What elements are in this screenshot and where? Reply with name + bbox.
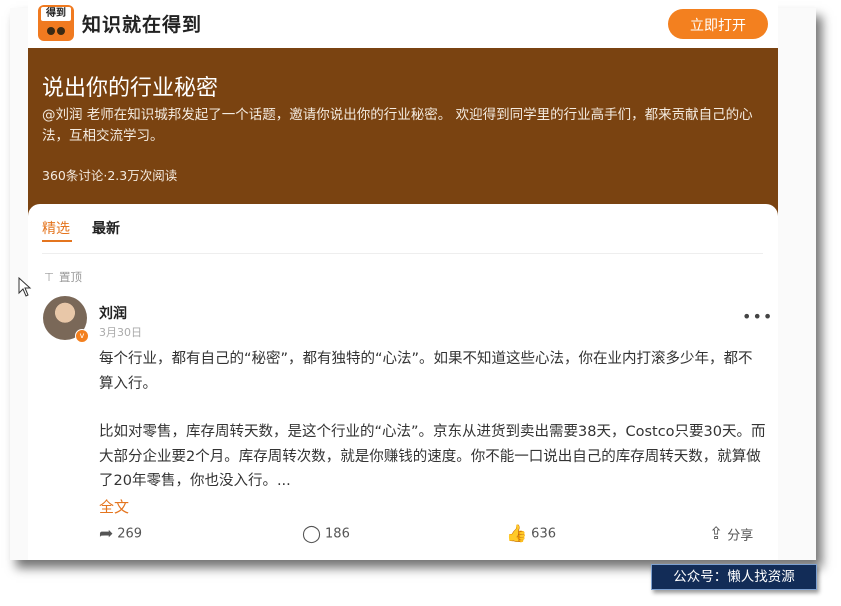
share-count-button[interactable]: ➦ 269 (99, 524, 142, 544)
topic-header: 说出你的行业秘密 @刘润 老师在知识城邦发起了一个话题，邀请你说出你的行业秘密。… (28, 48, 778, 216)
pinned-indicator: ⊤ 置顶 (43, 269, 82, 285)
tab-featured[interactable]: 精选 (42, 218, 70, 238)
verified-badge-icon: v (75, 329, 89, 343)
forward-icon: ➦ (99, 524, 114, 544)
post-paragraph: 比如对零售，库存周转天数，是这个行业的“心法”。京东从进货到卖出需要38天，Co… (99, 424, 766, 489)
post-actions: ➦ 269 ◯ 186 👍 636 ⇪ 分享 (99, 524, 769, 548)
divider (42, 253, 763, 254)
logo-text: 得到 (41, 7, 71, 21)
logo-eye-right (57, 27, 65, 35)
app-name: 知识就在得到 (82, 14, 203, 36)
comment-button[interactable]: ◯ 186 (302, 524, 350, 544)
share-button[interactable]: ⇪ 分享 (709, 524, 753, 544)
thumbs-up-icon: 👍 (506, 524, 528, 544)
more-options-icon[interactable]: ••• (742, 307, 773, 326)
app-logo: 得到 (38, 5, 74, 41)
topic-title: 说出你的行业秘密 (42, 76, 219, 101)
share-icon: ⇪ (709, 524, 724, 544)
pin-icon: ⊤ (43, 270, 55, 284)
pinned-label: 置顶 (59, 270, 82, 284)
topic-description: @刘润 老师在知识城邦发起了一个话题，邀请你说出你的行业秘密。 欢迎得到同学里的… (42, 107, 753, 144)
read-full-link[interactable]: 全文 (99, 496, 129, 517)
mobile-page: 得到 知识就在得到 立即打开 说出你的行业秘密 @刘润 老师在知识城邦发起了一个… (28, 0, 778, 560)
post-body: 每个行业，都有自己的“秘密”，都有独特的“心法”。如果不知道这些心法，你在业内打… (99, 347, 767, 494)
comment-icon: ◯ (302, 524, 322, 544)
tab-latest[interactable]: 最新 (92, 218, 120, 238)
author-name[interactable]: 刘润 (99, 303, 127, 323)
topic-stats: 360条讨论·2.3万次阅读 (42, 168, 178, 183)
discussion-panel: 精选 最新 ⊤ 置顶 v 刘润 3月30日 ••• 每个行业，都有自己的“秘密”，… (28, 204, 778, 560)
tab-active-indicator (42, 240, 72, 242)
post-paragraph: 每个行业，都有自己的“秘密”，都有独特的“心法”。如果不知道这些心法，你在业内打… (99, 351, 753, 392)
watermark: 公众号：懒人找资源 (651, 564, 817, 590)
post-date: 3月30日 (99, 326, 142, 339)
logo-eye-left (47, 27, 55, 35)
app-bar: 得到 知识就在得到 立即打开 (28, 0, 778, 48)
open-app-button[interactable]: 立即打开 (668, 9, 768, 39)
like-button[interactable]: 👍 636 (506, 524, 556, 544)
mouse-cursor-icon (18, 277, 32, 297)
